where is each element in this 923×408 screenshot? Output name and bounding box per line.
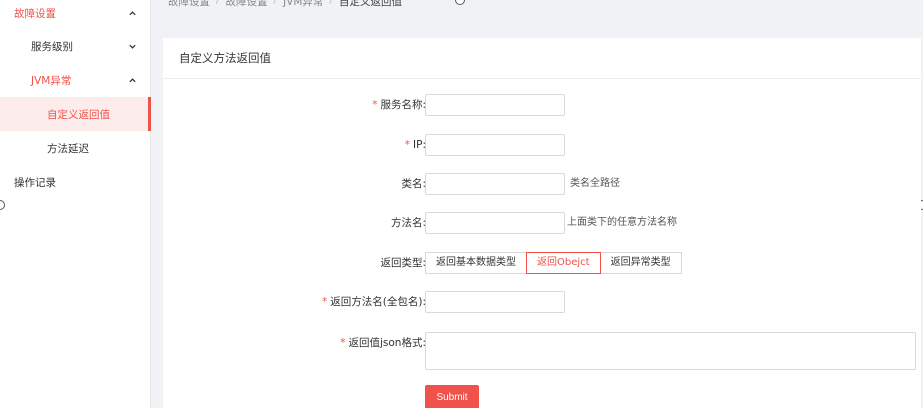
sidebar-item-jvm-exception[interactable]: JVM异常 [0,63,151,97]
submit-button[interactable]: Submit [425,385,479,408]
breadcrumb-separator: / [273,0,278,6]
resize-handle[interactable] [455,0,465,5]
return-type-label: 返回类型: [380,257,426,269]
breadcrumb-item[interactable]: 故障设置 [168,0,210,8]
sidebar-item-method-delay[interactable]: 方法延迟 [0,131,151,165]
return-json-label: * 返回值json格式: [340,337,426,349]
breadcrumb-current: 自定义返回值 [338,0,402,8]
sidebar: 故障设置 服务级别 JVM异常 自定义返回值 方法延迟 操作记录 [0,0,151,408]
breadcrumb-item[interactable]: JVM异常 [283,0,323,8]
breadcrumb-separator: / [329,0,333,6]
sidebar-item-service-level[interactable]: 服务级别 [0,29,151,63]
card-title: 自定义方法返回值 [163,38,921,79]
sidebar-item-label: 故障设置 [14,7,56,20]
required-mark: * [340,337,346,349]
sidebar-item-label: 自定义返回值 [47,108,110,121]
return-method-input[interactable] [425,291,565,313]
chevron-down-icon [127,41,137,51]
return-method-label: * 返回方法名(全包名): [322,296,426,308]
method-name-label: 方法名: [390,217,426,229]
sidebar-item-custom-return[interactable]: 自定义返回值 [0,97,151,131]
ip-label: * IP: [404,139,426,151]
sidebar-item-fault-settings[interactable]: 故障设置 [0,0,151,30]
service-name-input[interactable] [425,94,565,116]
required-mark: * [372,99,378,111]
class-name-input[interactable] [425,173,565,195]
sidebar-item-label: JVM异常 [31,74,72,87]
service-name-label: * 服务名称: [372,99,426,111]
return-type-exception-option[interactable]: 返回异常类型 [599,252,682,274]
return-json-textarea[interactable] [425,332,916,370]
method-name-hint: 上面类下的任意方法名称 [567,217,677,228]
return-type-basic-option[interactable]: 返回基本数据类型 [425,252,527,274]
ip-input[interactable] [425,134,565,156]
breadcrumb-separator: / [216,0,220,6]
class-name-hint: 类名全路径 [570,178,620,189]
return-type-object-option[interactable]: 返回Obejct [526,252,601,274]
breadcrumb-item[interactable]: 故障设置 [226,0,268,8]
chevron-up-icon [127,8,137,18]
sidebar-item-operation-log[interactable]: 操作记录 [0,165,151,199]
method-name-input[interactable] [425,212,565,234]
chevron-up-icon [127,75,137,85]
form-card: 自定义方法返回值 * 服务名称: * IP: 类名: 类名全路径 方法名: 上面类下… [163,38,921,408]
required-mark: * [404,139,411,151]
breadcrumb: 故障设置 / 故障设置 / JVM异常 / 自定义返回值 [168,0,402,8]
sidebar-item-label: 方法延迟 [47,142,89,155]
required-mark: * [322,296,328,308]
active-indicator [148,97,151,131]
return-type-radio-group: 返回基本数据类型 返回Obejct 返回异常类型 [425,252,682,274]
class-name-label: 类名: [401,178,426,190]
sidebar-item-label: 操作记录 [14,176,56,189]
sidebar-item-label: 服务级别 [31,40,73,53]
